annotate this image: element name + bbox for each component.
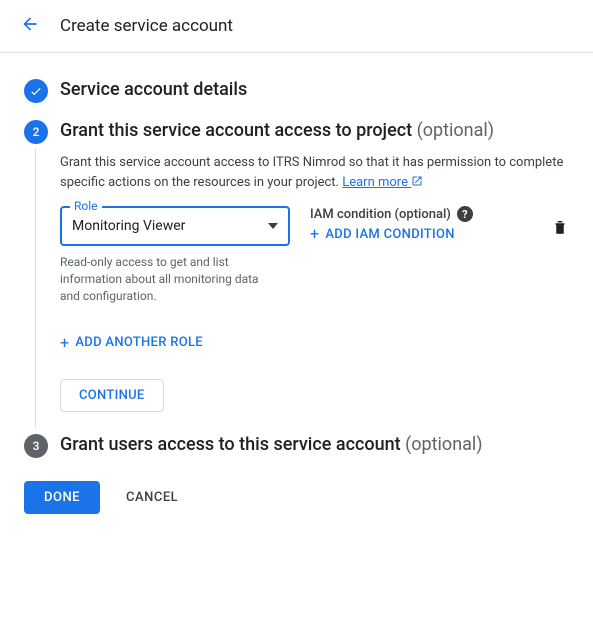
step-2: 2 Grant this service account access to p… — [24, 118, 569, 422]
back-arrow-icon[interactable] — [20, 14, 40, 38]
done-button[interactable]: DONE — [24, 481, 100, 514]
page-title: Create service account — [60, 16, 233, 36]
step-1-title[interactable]: Service account details — [60, 77, 569, 102]
role-helper-text: Read-only access to get and list informa… — [60, 254, 270, 304]
footer-buttons: DONE CANCEL — [24, 481, 569, 514]
plus-icon: + — [60, 335, 69, 351]
role-row: Role Monitoring Viewer Read-only access … — [60, 206, 569, 304]
cancel-button[interactable]: CANCEL — [126, 490, 178, 505]
step-2-number-icon: 2 — [24, 120, 48, 144]
chevron-down-icon — [268, 223, 278, 229]
delete-role-button[interactable] — [551, 206, 569, 240]
step-1-check-icon — [24, 79, 48, 103]
role-select[interactable]: Role Monitoring Viewer — [60, 206, 290, 246]
role-value: Monitoring Viewer — [72, 218, 185, 234]
continue-button[interactable]: CONTINUE — [60, 379, 164, 412]
step-3-title[interactable]: Grant users access to this service accou… — [60, 432, 569, 457]
content: Service account details 2 Grant this ser… — [0, 53, 593, 534]
step-2-description: Grant this service account access to ITR… — [60, 153, 569, 192]
step-3: 3 Grant users access to this service acc… — [24, 432, 569, 463]
help-icon[interactable]: ? — [457, 206, 473, 222]
role-field-label: Role — [70, 199, 102, 213]
learn-more-link[interactable]: Learn more — [342, 175, 423, 190]
iam-column: IAM condition (optional) ? + ADD IAM CON… — [310, 206, 531, 242]
add-iam-condition-button[interactable]: + ADD IAM CONDITION — [310, 226, 531, 242]
plus-icon: + — [310, 226, 319, 242]
add-another-role-button[interactable]: + ADD ANOTHER ROLE — [60, 335, 569, 351]
step-2-optional: (optional) — [417, 120, 494, 141]
page-header: Create service account — [0, 0, 593, 53]
iam-condition-label: IAM condition (optional) ? — [310, 206, 531, 222]
step-3-optional: (optional) — [405, 434, 482, 455]
step-2-title: Grant this service account access to pro… — [60, 118, 569, 143]
step-3-number-icon: 3 — [24, 434, 48, 458]
step-1: Service account details — [24, 77, 569, 108]
